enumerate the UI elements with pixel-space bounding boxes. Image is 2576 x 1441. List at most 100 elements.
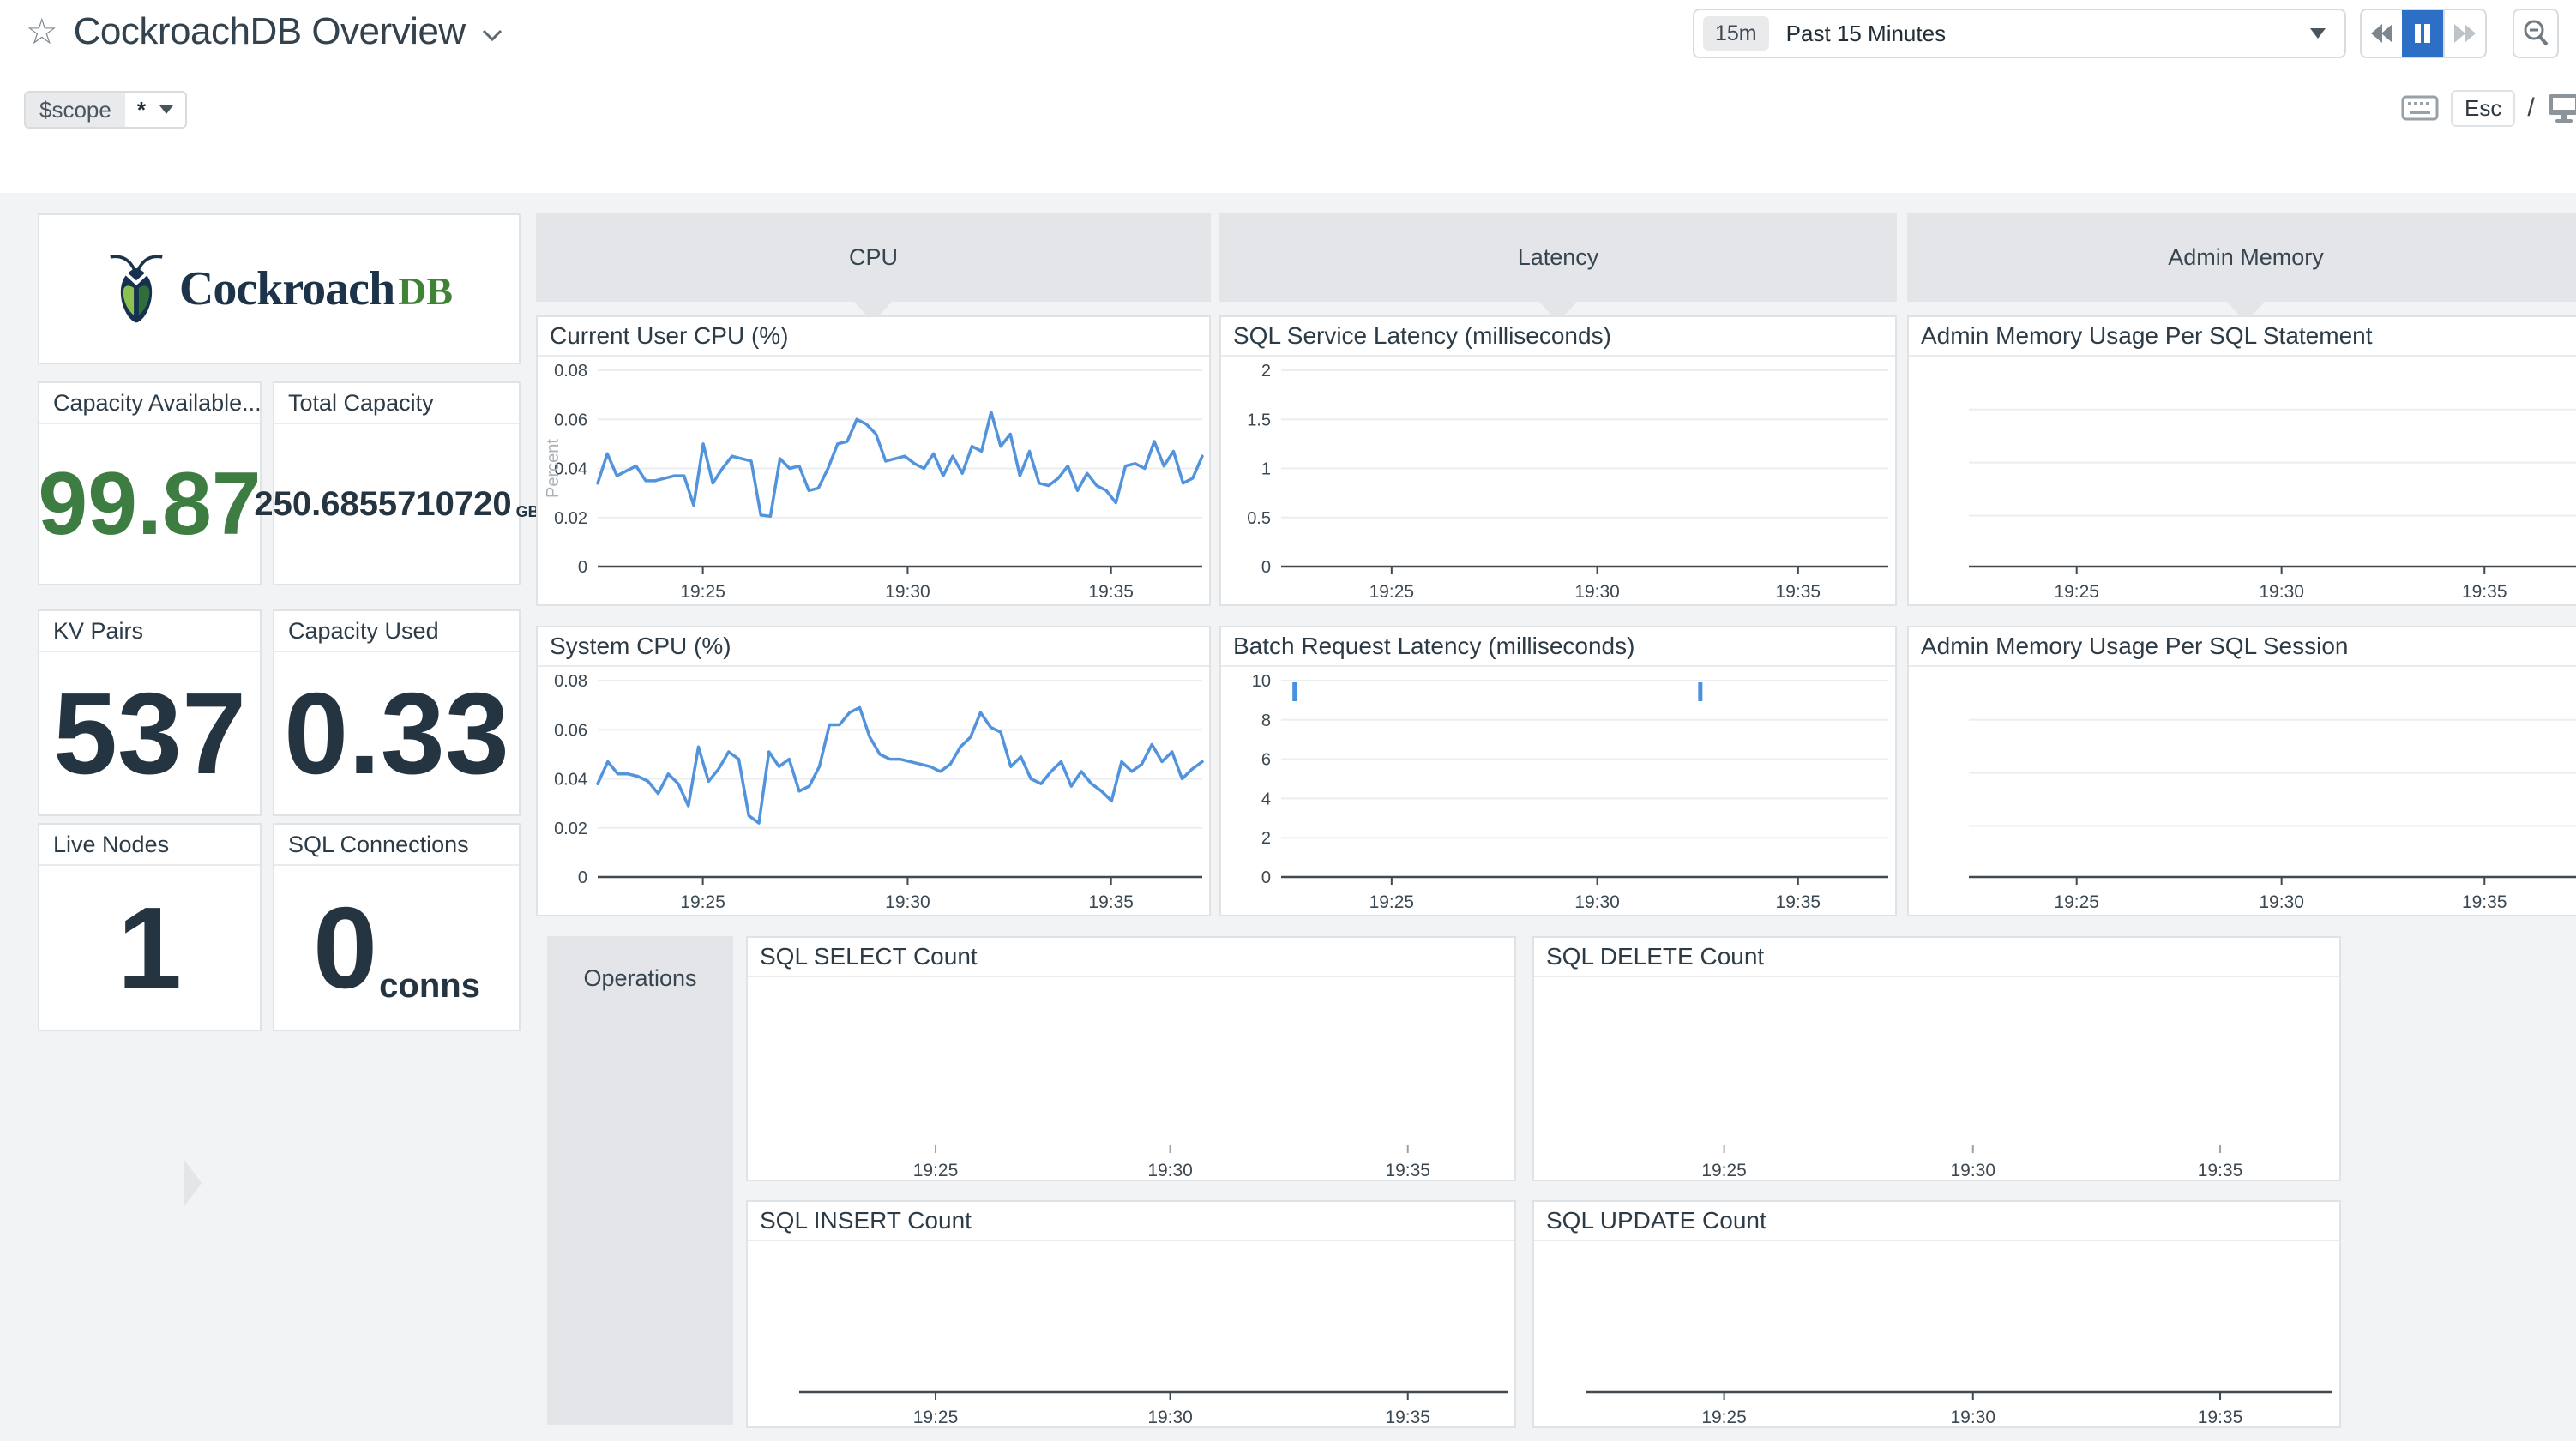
group-notch-operations <box>184 1160 202 1206</box>
sql-update-count-plot[interactable]: 19:2519:3019:35 <box>1534 1241 2339 1426</box>
fast-forward-icon <box>2452 22 2477 45</box>
scope-value-text: * <box>137 93 146 127</box>
title-chevron-down-icon[interactable] <box>481 28 503 42</box>
svg-text:0.08: 0.08 <box>554 672 587 691</box>
favorite-star-icon[interactable]: ☆ <box>26 14 58 50</box>
group-header-cpu[interactable]: CPU <box>536 213 1211 302</box>
stat-card-total-capacity: Total Capacity 250.6855710720 GB <box>273 381 521 585</box>
group-header-operations[interactable]: Operations <box>547 936 733 1425</box>
template-variable-scope[interactable]: $scope * <box>24 91 187 129</box>
svg-text:1.5: 1.5 <box>1247 411 1271 429</box>
group-label: CPU <box>849 244 898 271</box>
pause-button[interactable] <box>2402 10 2442 57</box>
chart-title: System CPU (%) <box>538 627 1209 667</box>
svg-text:19:25: 19:25 <box>1701 1408 1747 1426</box>
group-header-latency[interactable]: Latency <box>1219 213 1897 302</box>
stat-value: 0.33 <box>284 675 509 791</box>
time-range-select[interactable]: 15m Past 15 Minutes <box>1693 9 2346 58</box>
dashboard-root: ☆ CockroachDB Overview 15m Past 15 Minut… <box>0 0 2576 1441</box>
system-cpu-plot[interactable]: 0.080.060.040.02019:2519:3019:35 <box>538 667 1209 915</box>
fast-forward-button[interactable] <box>2443 10 2485 57</box>
group-label: Operations <box>547 936 733 992</box>
svg-text:19:35: 19:35 <box>1776 582 1821 602</box>
svg-text:8: 8 <box>1261 711 1271 730</box>
chart-title: Admin Memory Usage Per SQL Session <box>1909 627 2576 667</box>
time-range-label: Past 15 Minutes <box>1786 21 2310 47</box>
svg-text:19:35: 19:35 <box>2198 1161 2243 1180</box>
svg-text:19:25: 19:25 <box>680 892 725 912</box>
svg-text:0.06: 0.06 <box>554 411 587 429</box>
sql-delete-count-plot[interactable]: 19:25 19:30 19:35 <box>1534 977 2339 1180</box>
stat-card-capacity-available: Capacity Available... 99.87 <box>38 381 262 585</box>
stat-title: Live Nodes <box>39 825 260 866</box>
svg-text:19:35: 19:35 <box>2462 582 2507 602</box>
chart-title: Batch Request Latency (milliseconds) <box>1221 627 1895 667</box>
svg-text:19:30: 19:30 <box>1574 892 1620 912</box>
zoom-out-button[interactable] <box>2513 9 2559 58</box>
svg-text:19:25: 19:25 <box>680 582 725 602</box>
svg-text:19:30: 19:30 <box>1950 1161 1995 1180</box>
svg-text:19:25: 19:25 <box>913 1408 959 1426</box>
logo-wordmark: Cockroach <box>179 262 394 315</box>
svg-text:19:35: 19:35 <box>1385 1161 1430 1180</box>
svg-text:4: 4 <box>1261 790 1271 808</box>
chart-card-sql-service-latency: SQL Service Latency (milliseconds) 21.51… <box>1219 315 1897 606</box>
svg-text:19:25: 19:25 <box>1701 1161 1747 1180</box>
svg-text:0.02: 0.02 <box>554 820 587 838</box>
sql-select-count-plot[interactable]: 19:2519:3019:35 <box>748 977 1514 1180</box>
sql-insert-count-plot[interactable]: 19:25 19:30 19:35 <box>748 1241 1514 1426</box>
svg-text:19:35: 19:35 <box>1088 892 1134 912</box>
svg-text:19:35: 19:35 <box>2462 892 2507 912</box>
stat-card-capacity-used: Capacity Used 0.33 <box>273 609 521 816</box>
svg-text:0: 0 <box>1261 868 1271 887</box>
chart-title: SQL Service Latency (milliseconds) <box>1221 317 1895 357</box>
scope-caret-icon <box>159 105 173 114</box>
svg-text:19:25: 19:25 <box>1369 582 1415 602</box>
fullscreen-monitor-icon[interactable] <box>2547 93 2576 123</box>
chart-card-sql-update-count: SQL UPDATE Count 19:2519:3019:35 <box>1532 1200 2341 1428</box>
svg-text:19:30: 19:30 <box>2259 582 2304 602</box>
stat-value: 537 <box>53 675 246 791</box>
stat-unit: conns <box>379 967 480 1006</box>
svg-text:19:30: 19:30 <box>1950 1408 1995 1426</box>
esc-key-badge[interactable]: Esc <box>2451 90 2515 127</box>
svg-text:0: 0 <box>1261 558 1271 577</box>
svg-text:19:25: 19:25 <box>2054 892 2099 912</box>
playback-controls <box>2360 9 2487 58</box>
keyboard-icon[interactable] <box>2401 95 2439 121</box>
admin-memory-statement-plot[interactable]: 19:2519:3019:35 <box>1909 357 2576 604</box>
svg-text:19:35: 19:35 <box>1776 892 1821 912</box>
svg-text:Percent: Percent <box>544 439 563 498</box>
svg-text:2: 2 <box>1261 829 1271 848</box>
stat-title: Capacity Used <box>274 611 519 652</box>
svg-text:19:30: 19:30 <box>2259 892 2304 912</box>
svg-text:0.04: 0.04 <box>554 771 587 790</box>
group-label: Admin Memory <box>2168 244 2324 271</box>
rewind-button[interactable] <box>2362 10 2402 57</box>
chart-card-system-cpu: System CPU (%) 0.080.060.040.02019:2519:… <box>536 626 1211 916</box>
cockroachdb-logo-card: CockroachDB <box>38 213 521 364</box>
chart-card-sql-select-count: SQL SELECT Count 19:2519:3019:35 <box>746 936 1516 1181</box>
svg-text:19:35: 19:35 <box>1385 1408 1430 1426</box>
current-user-cpu-plot[interactable]: 0.080.060.040.02019:2519:3019:35Percent <box>538 357 1209 604</box>
rewind-icon <box>2369 22 2395 45</box>
chart-card-sql-insert-count: SQL INSERT Count 19:25 19:30 19:35 <box>746 1200 1516 1428</box>
svg-text:19:30: 19:30 <box>885 582 930 602</box>
scope-variable-name: $scope <box>26 93 125 127</box>
admin-memory-session-plot[interactable]: 19:25 19:30 19:35 <box>1909 667 2576 915</box>
batch-request-latency-plot[interactable]: 108642019:2519:3019:35 <box>1221 667 1895 915</box>
svg-text:19:30: 19:30 <box>1147 1408 1193 1426</box>
stat-title: Total Capacity <box>274 383 519 424</box>
stat-card-sql-connections: SQL Connections 0 conns <box>273 823 521 1031</box>
svg-text:0.06: 0.06 <box>554 721 587 740</box>
stat-title: SQL Connections <box>274 825 519 866</box>
stat-card-live-nodes: Live Nodes 1 <box>38 823 262 1031</box>
zoom-out-icon <box>2522 19 2549 48</box>
stat-value: 250.6855710720 <box>254 487 511 521</box>
chart-card-admin-memory-statement: Admin Memory Usage Per SQL Statement 19:… <box>1907 315 2576 606</box>
group-header-admin-memory[interactable]: Admin Memory <box>1907 213 2576 302</box>
svg-text:19:35: 19:35 <box>1088 582 1134 602</box>
chart-title: SQL INSERT Count <box>748 1202 1514 1241</box>
chart-title: SQL DELETE Count <box>1534 938 2339 977</box>
sql-service-latency-plot[interactable]: 21.510.5019:2519:3019:35 <box>1221 357 1895 604</box>
